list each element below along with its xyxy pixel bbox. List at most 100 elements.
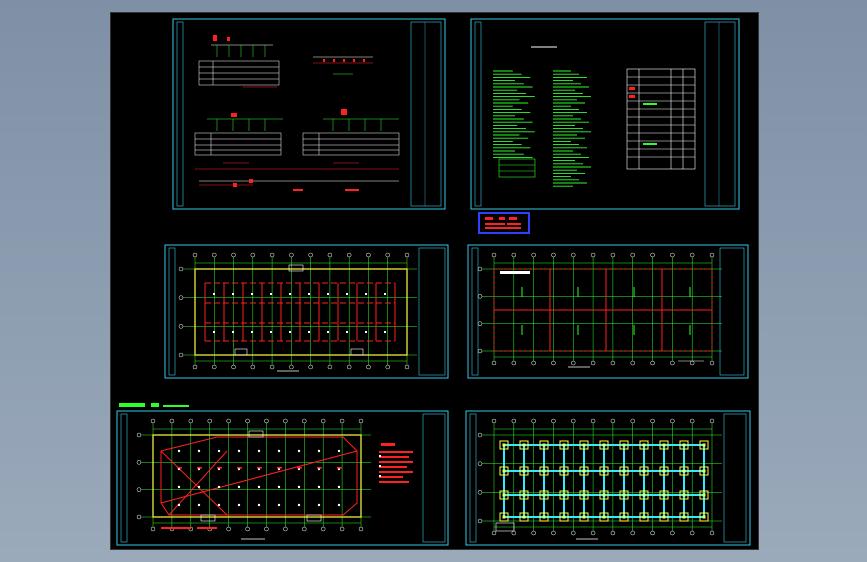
axis-bubble <box>320 526 326 532</box>
purlin-point <box>297 449 301 453</box>
axis-bubble <box>250 364 256 370</box>
axis-bubble <box>212 252 217 258</box>
axis-bubble <box>590 360 596 366</box>
purlin-mark <box>237 467 242 469</box>
sheet-foundation-plan[interactable] <box>465 410 751 546</box>
column <box>682 469 686 473</box>
column <box>662 493 666 497</box>
sheet-details[interactable] <box>172 18 446 210</box>
column <box>562 443 566 447</box>
purlin-mark <box>317 467 322 469</box>
label-mark <box>384 331 386 333</box>
column <box>702 493 706 497</box>
label-mark <box>251 331 253 333</box>
axis-bubble <box>226 526 231 532</box>
label-mark <box>232 293 234 295</box>
label-mark <box>289 331 291 333</box>
column <box>582 493 586 497</box>
axis-bubble <box>477 518 483 524</box>
axis-bubble <box>302 526 307 532</box>
axis-bubble <box>366 252 371 258</box>
purlin-point <box>197 503 201 507</box>
sheet-frame <box>467 244 749 379</box>
purlin-point <box>297 485 301 489</box>
sheet-general-notes[interactable] <box>470 18 740 210</box>
purlin-point <box>337 503 341 507</box>
purlin-point <box>277 485 281 489</box>
axis-bubble <box>709 530 715 536</box>
axis-bubble <box>136 460 142 465</box>
column <box>642 443 646 447</box>
axis-bubble <box>590 418 596 424</box>
sheet-roof-plan[interactable] <box>467 244 749 379</box>
axis-bubble <box>630 252 635 258</box>
purlin-point <box>317 485 321 489</box>
column <box>522 493 526 497</box>
axis-bubble <box>136 487 142 492</box>
purlin-point <box>237 503 241 507</box>
axis-bubble <box>630 418 635 424</box>
cad-model-space[interactable] <box>110 12 759 550</box>
axis-bubble <box>269 364 275 370</box>
column <box>542 515 546 519</box>
column <box>682 515 686 519</box>
purlin-point <box>317 503 321 507</box>
axis-bubble <box>551 418 556 424</box>
axis-bubble <box>630 530 635 536</box>
axis-bubble <box>650 418 655 424</box>
sheet-floor-plan[interactable] <box>164 244 449 379</box>
axis-bubble <box>689 418 695 424</box>
axis-bubble <box>571 418 576 424</box>
axis-bubble <box>178 295 184 300</box>
column <box>682 493 686 497</box>
label-mark <box>308 331 310 333</box>
column <box>562 515 566 519</box>
axis-bubble <box>477 432 483 438</box>
column <box>642 493 646 497</box>
label-mark <box>365 293 367 295</box>
sheet-roof-bracing-plan[interactable] <box>116 403 449 546</box>
axis-bubble <box>551 252 556 258</box>
column <box>542 469 546 473</box>
purlin-point <box>217 449 221 453</box>
axis-bubble <box>610 252 616 258</box>
column <box>662 469 666 473</box>
cad-drawing-canvas[interactable] <box>111 13 758 549</box>
axis-bubble <box>327 252 333 258</box>
column <box>522 515 526 519</box>
axis-bubble <box>551 530 556 536</box>
axis-bubble <box>150 526 156 532</box>
label-mark <box>346 331 348 333</box>
axis-bubble <box>531 418 536 424</box>
axis-bubble <box>670 360 675 366</box>
axis-bubble <box>136 432 142 438</box>
purlin-mark <box>297 467 302 469</box>
axis-bubble <box>404 252 410 258</box>
axis-bubble <box>491 360 497 366</box>
axis-bubble <box>511 252 517 258</box>
axis-bubble <box>477 348 483 354</box>
axis-bubble <box>231 252 236 258</box>
axis-bubble <box>308 364 313 370</box>
label-mark <box>232 331 234 333</box>
axis-bubble <box>477 490 483 495</box>
axis-grid <box>136 418 371 532</box>
axis-bubble <box>226 418 231 424</box>
axis-bubble <box>212 364 217 370</box>
axis-bubble <box>385 364 390 370</box>
axis-bubble <box>169 418 175 424</box>
column <box>522 469 526 473</box>
column <box>622 443 626 447</box>
axis-bubble <box>289 364 294 370</box>
axis-bubble <box>245 418 250 424</box>
axis-bubble <box>358 418 364 424</box>
axis-bubble <box>245 526 250 532</box>
purlin-point <box>257 485 261 489</box>
sheet-frame <box>164 244 449 379</box>
axis-grid <box>178 252 417 370</box>
axis-bubble <box>491 252 497 258</box>
column <box>502 515 506 519</box>
column <box>562 469 566 473</box>
axis-bubble <box>192 252 198 258</box>
axis-bubble <box>709 418 715 424</box>
